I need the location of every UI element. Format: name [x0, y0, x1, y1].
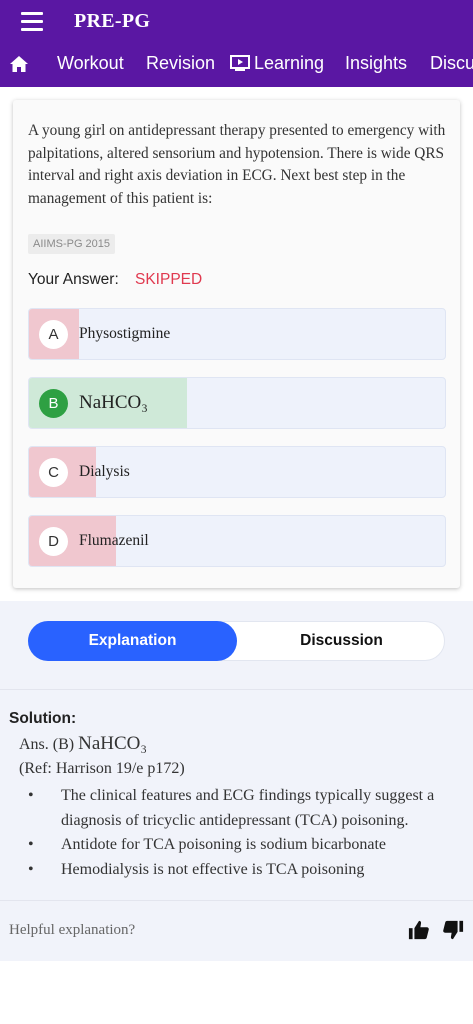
option-b-text: NaHCO₃	[79, 392, 148, 413]
option-d-letter: D	[39, 527, 68, 556]
thumbs-down-icon[interactable]	[442, 919, 464, 941]
solution-answer-prefix: Ans. (B)	[19, 736, 79, 753]
option-d[interactable]: D Flumazenil	[28, 515, 446, 567]
option-b-letter: B	[39, 389, 68, 418]
app-bar: PRE-PG Workout Revision Learning Insight…	[0, 0, 473, 87]
list-item: • The clinical features and ECG findings …	[28, 787, 435, 829]
solution-title: Solution:	[9, 710, 77, 727]
option-a-text: Physostigmine	[79, 325, 171, 342]
tab-workout[interactable]: Workout	[57, 53, 124, 74]
segment-control: Explanation Discussion	[28, 621, 445, 661]
list-item: • Antidote for TCA poisoning is sodium bi…	[28, 836, 387, 853]
play-screen-icon	[230, 55, 250, 71]
your-answer-status: SKIPPED	[135, 271, 203, 288]
option-a-letter: A	[39, 320, 68, 349]
divider	[0, 900, 473, 901]
tab-discussion-segment[interactable]: Discussion	[237, 621, 446, 661]
divider	[0, 689, 473, 690]
exam-tag: AIIMS-PG 2015	[28, 234, 116, 254]
option-c-text: Dialysis	[79, 463, 130, 480]
solution-answer: Ans. (B) NaHCO₃	[19, 733, 147, 755]
solution-answer-value: NaHCO₃	[78, 733, 148, 754]
list-item: • Hemodialysis is not effective is TCA po…	[28, 860, 365, 878]
tab-explanation[interactable]: Explanation	[28, 621, 237, 661]
helpful-prompt: Helpful explanation?	[9, 922, 136, 938]
question-text: A young girl on antidepressant therapy p…	[28, 122, 446, 207]
title-bar: PRE-PG	[0, 0, 473, 44]
option-c[interactable]: C Dialysis	[28, 446, 446, 498]
solution-reference: (Ref: Harrison 19/e p172)	[19, 760, 185, 777]
option-d-text: Flumazenil	[79, 532, 149, 549]
your-answer-label: Your Answer:	[28, 271, 119, 288]
option-c-letter: C	[39, 458, 68, 487]
tab-revision[interactable]: Revision	[146, 53, 215, 74]
solution-bullets: • The clinical features and ECG findings …	[28, 784, 468, 882]
tab-learning[interactable]: Learning	[230, 53, 324, 74]
nav-tabs: Workout Revision Learning Insights Discu	[0, 44, 473, 87]
thumbs-up-icon[interactable]	[408, 919, 430, 941]
tab-discussion[interactable]: Discu	[430, 53, 473, 74]
option-a[interactable]: A Physostigmine	[28, 308, 446, 360]
tab-insights[interactable]: Insights	[345, 53, 407, 74]
app-title: PRE-PG	[74, 10, 151, 32]
explanation-section: Explanation Discussion Solution: Ans. (B…	[0, 601, 473, 961]
hamburger-menu-icon[interactable]	[21, 12, 43, 32]
question-card: A young girl on antidepressant therapy p…	[13, 100, 460, 588]
option-b[interactable]: B NaHCO₃	[28, 377, 446, 429]
